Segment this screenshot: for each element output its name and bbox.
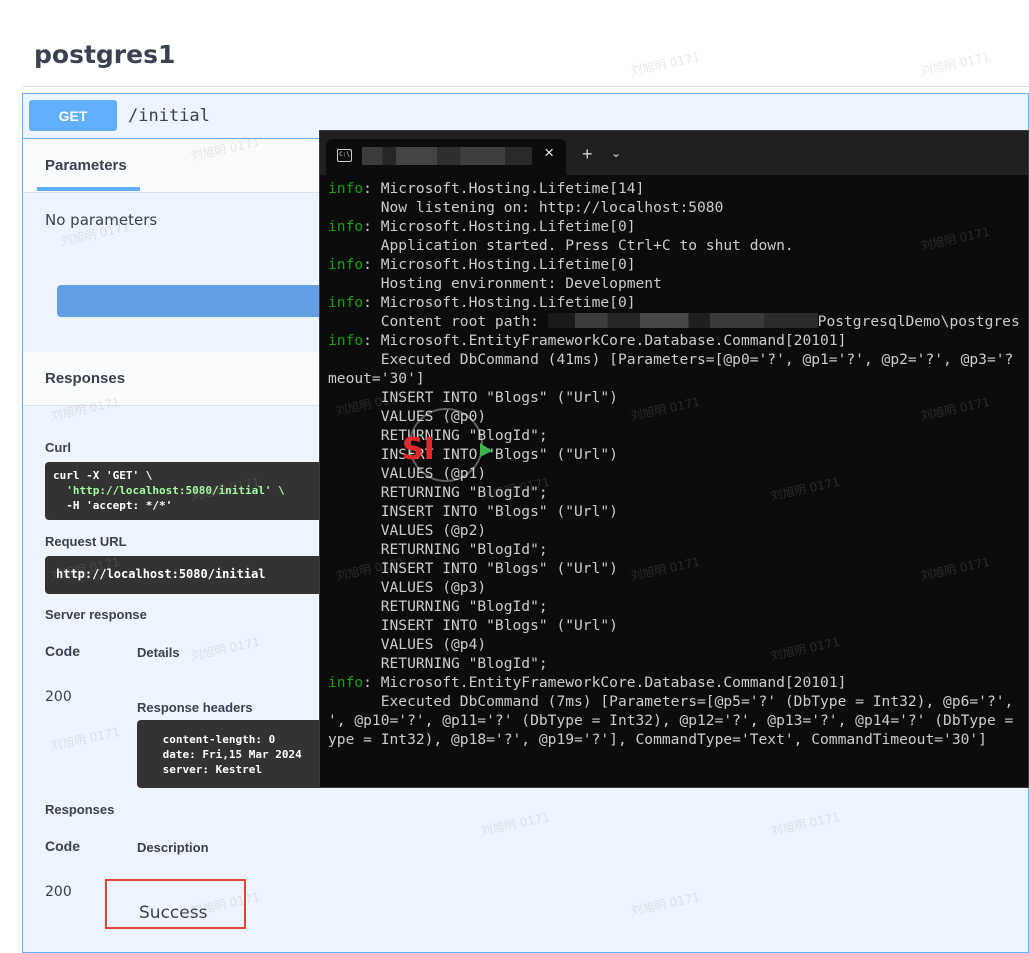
terminal-line: Now listening on: http://localhost:5080 <box>328 198 1028 217</box>
close-tab-icon[interactable]: × <box>544 143 554 163</box>
log-text: RETURNING "BlogId"; <box>328 598 548 615</box>
tab-title-redacted <box>362 147 532 165</box>
log-level: info <box>328 180 364 197</box>
redacted-path <box>547 313 818 328</box>
title-divider <box>22 86 1029 87</box>
log-text: RETURNING "BlogId"; <box>328 541 548 558</box>
http-method-badge[interactable]: GET <box>29 100 117 131</box>
log-level: info <box>328 256 364 273</box>
log-text-tail: PostgresqlDemo\postgres <box>817 313 1020 330</box>
log-text: Application started. Press Ctrl+C to shu… <box>328 237 794 254</box>
terminal-line: INSERT INTO "Blogs" ("Url") <box>328 616 1028 635</box>
watermark-text: 刘旭明 0171 <box>629 49 702 79</box>
log-text: VALUES (@p3) <box>328 579 487 596</box>
log-level: info <box>328 332 364 349</box>
command-prompt-icon: C:\ <box>337 149 352 162</box>
terminal-tab-strip: C:\ × + ⌄ <box>320 131 1028 175</box>
terminal-line: info: Microsoft.Hosting.Lifetime[14] <box>328 179 1028 198</box>
log-text: : Microsoft.EntityFrameworkCore.Database… <box>363 674 847 691</box>
responses-doc-label: Responses <box>45 802 115 817</box>
terminal-line: info: Microsoft.EntityFrameworkCore.Data… <box>328 673 1028 692</box>
terminal-line: Executed DbCommand (7ms) [Parameters=[@p… <box>328 692 1028 711</box>
endpoint-path[interactable]: /initial <box>128 106 210 126</box>
terminal-line: info: Microsoft.EntityFrameworkCore.Data… <box>328 331 1028 350</box>
log-text: Now listening on: http://localhost:5080 <box>328 199 724 216</box>
log-text: VALUES (@p4) <box>328 636 487 653</box>
terminal-line: VALUES (@p4) <box>328 635 1028 654</box>
active-tab-indicator <box>37 187 140 191</box>
watermark-logo: SI <box>402 408 492 482</box>
page-title: postgres1 <box>34 40 176 69</box>
log-text: VALUES (@p2) <box>328 522 487 539</box>
terminal-line: Executed DbCommand (41ms) [Parameters=[@… <box>328 350 1028 369</box>
server-response-label: Server response <box>45 607 147 622</box>
log-text: Executed DbCommand (7ms) [Parameters=[@p… <box>328 693 1014 710</box>
log-text: : Microsoft.Hosting.Lifetime[14] <box>363 180 645 197</box>
log-text: INSERT INTO "Blogs" ("Url") <box>328 617 618 634</box>
terminal-line: Content root path: PostgresqlDemo\postgr… <box>328 312 1028 331</box>
terminal-line: info: Microsoft.Hosting.Lifetime[0] <box>328 217 1028 236</box>
log-level: info <box>328 294 364 311</box>
code-column-header: Code <box>45 643 80 659</box>
log-level: info <box>328 674 364 691</box>
new-tab-button[interactable]: + <box>582 144 593 165</box>
terminal-line: RETURNING "BlogId"; <box>328 654 1028 673</box>
request-url-label: Request URL <box>45 534 127 549</box>
log-text: : Microsoft.Hosting.Lifetime[0] <box>363 218 636 235</box>
log-text: ', @p10='?', @p11='?' (DbType = Int32), … <box>328 712 1014 729</box>
description-column-header: Description <box>137 840 209 855</box>
terminal-tab[interactable]: C:\ × <box>326 139 566 175</box>
terminal-line: ', @p10='?', @p11='?' (DbType = Int32), … <box>328 711 1028 730</box>
details-column-header: Details <box>137 645 180 660</box>
log-text: : Microsoft.Hosting.Lifetime[0] <box>363 256 636 273</box>
log-text: Hosting environment: Development <box>328 275 662 292</box>
tab-parameters[interactable]: Parameters <box>45 157 127 174</box>
response-headers-label: Response headers <box>137 700 253 715</box>
terminal-line: VALUES (@p2) <box>328 521 1028 540</box>
curl-line-1: curl -X 'GET' \ <box>53 469 153 482</box>
terminal-line: info: Microsoft.Hosting.Lifetime[0] <box>328 255 1028 274</box>
response-status-code: 200 <box>45 689 72 705</box>
responses-title: Responses <box>45 370 126 387</box>
log-text: Content root path: <box>328 313 548 330</box>
log-text: : Microsoft.EntityFrameworkCore.Database… <box>363 332 847 349</box>
terminal-line: INSERT INTO "Blogs" ("Url") <box>328 502 1028 521</box>
terminal-line: ype = Int32), @p18='?', @p19='?'], Comma… <box>328 730 1028 749</box>
terminal-line: Hosting environment: Development <box>328 274 1028 293</box>
doc-code-column-header: Code <box>45 838 80 854</box>
terminal-line: RETURNING "BlogId"; <box>328 597 1028 616</box>
doc-status-code: 200 <box>45 884 72 900</box>
log-text: Executed DbCommand (41ms) [Parameters=[@… <box>328 351 1014 368</box>
watermark-logo-text: SI <box>402 432 435 467</box>
terminal-line: info: Microsoft.Hosting.Lifetime[0] <box>328 293 1028 312</box>
chevron-down-icon[interactable]: ⌄ <box>611 146 621 160</box>
log-text: : Microsoft.Hosting.Lifetime[0] <box>363 294 636 311</box>
terminal-line: meout='30'] <box>328 369 1028 388</box>
log-text: meout='30'] <box>328 370 425 387</box>
log-text: RETURNING "BlogId"; <box>328 655 548 672</box>
log-text: INSERT INTO "Blogs" ("Url") <box>328 503 618 520</box>
curl-label: Curl <box>45 440 71 455</box>
log-level: info <box>328 218 364 235</box>
log-text: ype = Int32), @p18='?', @p19='?'], Comma… <box>328 731 987 748</box>
watermark-text: 刘旭明 0171 <box>919 49 992 79</box>
